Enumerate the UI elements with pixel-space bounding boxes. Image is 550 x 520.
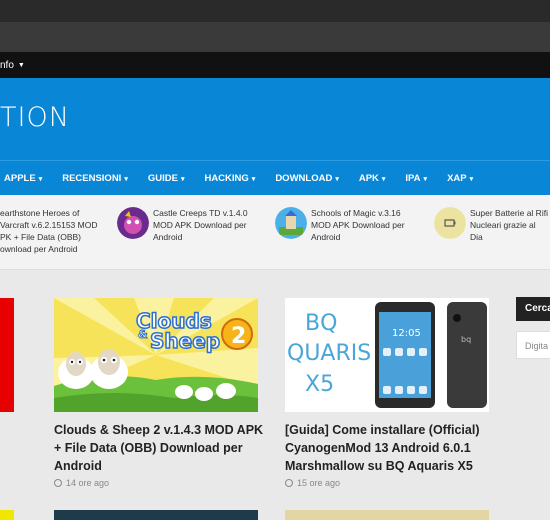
chevron-down-icon: ▾: [38, 175, 43, 183]
site-header: TION: [0, 78, 550, 160]
ticker-line: earthstone Heroes of: [0, 208, 80, 218]
main-nav: APPLE ▾ RECENSIONI ▾ GUIDE ▾ HACKING ▾ DOWNL…: [0, 160, 550, 195]
partial-card-image[interactable]: [285, 510, 489, 520]
clock-icon: [285, 479, 293, 487]
sidebar-search-title: Cerca: [516, 297, 550, 321]
nav-item-download[interactable]: DOWNLOAD ▾: [271, 173, 339, 184]
card-title-line: Clouds & Sheep 2 v.1.4.3 MOD APK: [54, 423, 264, 437]
clock-icon: [54, 479, 62, 487]
partial-card-image[interactable]: [54, 510, 258, 520]
card-title-line: Android: [54, 459, 102, 473]
card-time-text: 14 ore ago: [66, 478, 110, 488]
card-title-line: + File Data (OBB) Download per: [54, 441, 243, 455]
chevron-down-icon: ▾: [335, 175, 339, 183]
ticker-line: Nucleari grazie al Dia: [470, 220, 536, 242]
info-menu[interactable]: nfo ▼: [0, 52, 550, 78]
nav-label: IPA: [405, 172, 421, 184]
browser-top-bar: [0, 0, 550, 22]
caret-down-icon: ▼: [17, 61, 25, 69]
card-timestamp: 14 ore ago: [54, 478, 109, 488]
schools-of-magic-thumbnail[interactable]: [275, 207, 307, 239]
card-image-text: X5: [305, 372, 334, 397]
info-menu-label: nfo: [0, 59, 14, 71]
nav-item-apk[interactable]: APK ▾: [355, 173, 386, 184]
nav-label: GUIDE: [147, 172, 178, 184]
browser-address-bar: [0, 22, 550, 52]
castle-creeps-thumbnail[interactable]: [117, 207, 149, 239]
ticker-line: PK + File Data (OBB): [0, 232, 82, 242]
search-input[interactable]: Digita: [516, 331, 550, 359]
card-title-line: CyanogenMod 13 Android 6.0.1: [285, 441, 471, 455]
bq-aquaris-card-image[interactable]: BQ QUARIS X5 12:05 bq: [285, 298, 489, 412]
card-image-text: BQ: [305, 311, 337, 336]
ticker-line: Castle Creeps TD v.1.4.0: [153, 208, 248, 218]
ticker-line: Super Batterie al Rifi: [470, 208, 548, 218]
ticker-line: ownload per Android: [0, 244, 78, 254]
battery-thumbnail[interactable]: [434, 207, 466, 239]
nav-item-ipa[interactable]: IPA ▾: [401, 173, 427, 184]
card-image-badge: 2: [231, 324, 246, 349]
nav-label: XAP: [447, 172, 467, 184]
news-ticker: earthstone Heroes of Varcraft v.6.2.1515…: [0, 195, 550, 270]
card-image-text: Sheep: [150, 329, 220, 353]
ticker-line: Varcraft v.6.2.15153 MOD: [0, 220, 98, 230]
nav-item-xap[interactable]: XAP ▾: [443, 173, 473, 184]
nav-label: APK: [358, 172, 379, 184]
nav-label: RECENSIONI: [62, 172, 122, 184]
nav-item-guide[interactable]: GUIDE ▾: [144, 173, 185, 184]
ticker-line: Android: [311, 232, 341, 242]
partial-card-image[interactable]: [0, 510, 14, 520]
chevron-down-icon: ▾: [381, 175, 386, 183]
card-image-text: QUARIS: [287, 341, 371, 366]
chevron-down-icon: ▾: [180, 175, 185, 183]
nav-item-apple[interactable]: APPLE ▾: [0, 173, 42, 184]
ticker-line: Schools of Magic v.3.16: [311, 208, 401, 218]
ticker-line: MOD APK Download per: [153, 220, 247, 230]
site-logo[interactable]: TION: [0, 102, 70, 133]
ticker-item[interactable]: Schools of Magic v.3.16 MOD APK Download…: [311, 207, 405, 243]
nav-label: HACKING: [204, 172, 249, 184]
nav-label: DOWNLOAD: [275, 172, 333, 184]
phone-brand: bq: [461, 335, 471, 344]
card-image-text: &: [138, 328, 148, 341]
card-title[interactable]: Clouds & Sheep 2 v.1.4.3 MOD APK + File …: [54, 421, 264, 475]
nav-item-recensioni[interactable]: RECENSIONI ▾: [58, 173, 128, 184]
phone-time: 12:05: [392, 328, 421, 339]
card-title-line: Marshmallow su BQ Aquaris X5: [285, 459, 473, 473]
chevron-down-icon: ▾: [124, 175, 128, 183]
ticker-line: MOD APK Download per: [311, 220, 405, 230]
ticker-line: Android: [153, 232, 183, 242]
chevron-down-icon: ▾: [423, 175, 428, 183]
ticker-item[interactable]: Super Batterie al Rifi Nucleari grazie a…: [470, 207, 550, 243]
ticker-item[interactable]: earthstone Heroes of Varcraft v.6.2.1515…: [0, 207, 97, 255]
chevron-down-icon: ▾: [251, 175, 256, 183]
nav-item-hacking[interactable]: HACKING ▾: [200, 173, 255, 184]
nav-label: APPLE: [4, 172, 36, 184]
ticker-item[interactable]: Castle Creeps TD v.1.4.0 MOD APK Downloa…: [153, 207, 248, 243]
clouds-sheep-card-image[interactable]: Clouds & Sheep 2: [54, 298, 258, 412]
card-title-line: [Guida] Come installare (Official): [285, 423, 480, 437]
partial-card-image[interactable]: [0, 298, 14, 412]
chevron-down-icon: ▾: [469, 175, 474, 183]
card-timestamp: 15 ore ago: [285, 478, 340, 488]
card-title[interactable]: [Guida] Come installare (Official) Cyano…: [285, 421, 505, 475]
card-time-text: 15 ore ago: [297, 478, 341, 488]
